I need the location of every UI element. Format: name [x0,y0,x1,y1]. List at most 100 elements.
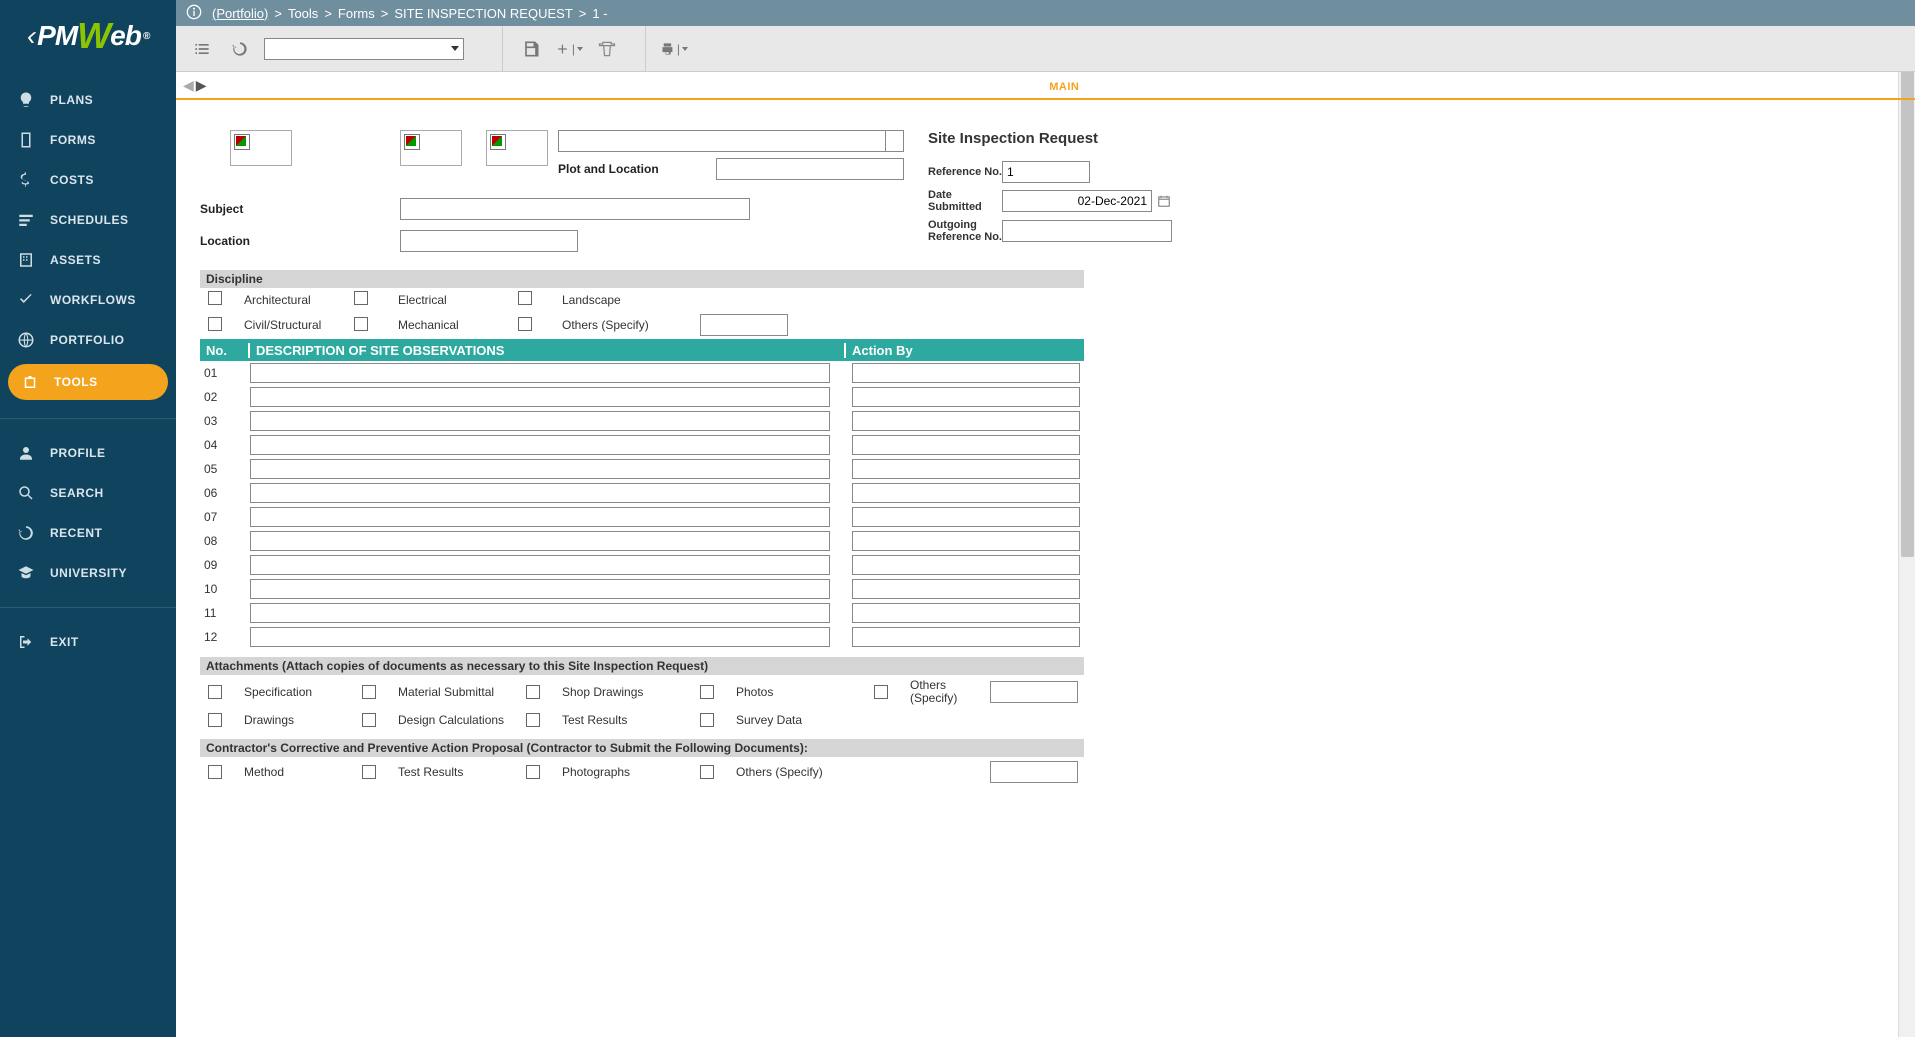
breadcrumb-part[interactable]: Forms [338,6,375,21]
nav-portfolio[interactable]: PORTFOLIO [0,320,176,360]
tab-nav-arrows: ◀ ▶ [176,77,214,94]
info-icon[interactable] [186,4,202,23]
nav-profile[interactable]: PROFILE [0,433,176,473]
chk-survey[interactable] [700,713,714,727]
project-dropdown[interactable] [558,130,904,152]
obs-action-input[interactable] [852,363,1080,383]
chk-design[interactable] [362,713,376,727]
delete-button[interactable] [593,35,621,63]
tab-prev[interactable]: ◀ [183,77,194,94]
plot-input[interactable] [716,158,904,180]
obs-action-input[interactable] [852,579,1080,599]
chk-civil[interactable] [208,317,222,331]
outref-input[interactable] [1002,220,1172,242]
chk-shop[interactable] [526,685,540,699]
obs-action-input[interactable] [852,555,1080,575]
nav-forms[interactable]: FORMS [0,120,176,160]
nav-university[interactable]: UNIVERSITY [0,553,176,593]
nav-workflows[interactable]: WORKFLOWS [0,280,176,320]
obs-action-input[interactable] [852,507,1080,527]
calendar-icon[interactable] [1156,193,1172,209]
obs-desc-input[interactable] [250,627,830,647]
date-input[interactable] [1002,190,1152,212]
obs-desc-input[interactable] [250,531,830,551]
obs-action-input[interactable] [852,483,1080,503]
subject-input[interactable] [400,198,750,220]
chk-corr-test[interactable] [362,765,376,779]
list-button[interactable] [188,35,216,63]
obs-action-input[interactable] [852,531,1080,551]
nav-exit-item[interactable]: EXIT [0,622,176,662]
add-button[interactable]: | [555,35,583,63]
chk-others[interactable] [518,317,532,331]
chk-spec[interactable] [208,685,222,699]
nav-plans[interactable]: PLANS [0,80,176,120]
obs-row-no: 05 [200,462,250,476]
att-others-input[interactable] [990,681,1078,703]
obs-row-no: 07 [200,510,250,524]
save-button[interactable] [517,35,545,63]
history-button[interactable] [226,35,254,63]
nav-label: RECENT [50,526,102,540]
nav-search[interactable]: SEARCH [0,473,176,513]
chk-test[interactable] [526,713,540,727]
att-label: Specification [244,685,354,699]
chk-mechanical[interactable] [354,317,368,331]
nav-costs[interactable]: COSTS [0,160,176,200]
chk-method[interactable] [208,765,222,779]
chk-architectural[interactable] [208,291,222,305]
location-input[interactable] [400,230,578,252]
nav-recent[interactable]: RECENT [0,513,176,553]
corr-others-input[interactable] [990,761,1078,783]
nav-tools[interactable]: TOOLS [8,364,168,400]
obs-row-no: 08 [200,534,250,548]
nav-label: UNIVERSITY [50,566,127,580]
chk-drawings[interactable] [208,713,222,727]
obs-action-input[interactable] [852,627,1080,647]
obs-action-input[interactable] [852,435,1080,455]
page-scrollbar[interactable] [1898,0,1915,1037]
attachments-header: Attachments (Attach copies of documents … [200,657,1084,675]
obs-desc-input[interactable] [250,459,830,479]
obs-desc-input[interactable] [250,483,830,503]
obs-action-input[interactable] [852,459,1080,479]
obs-desc-input[interactable] [250,387,830,407]
globe-icon [14,330,38,350]
chk-landscape[interactable] [518,291,532,305]
record-selector[interactable] [264,38,464,60]
tab-next[interactable]: ▶ [196,77,207,94]
breadcrumb-sep: > [274,6,282,21]
chk-photos[interactable] [700,685,714,699]
nav-schedules[interactable]: SCHEDULES [0,200,176,240]
chk-att-others[interactable] [874,685,888,699]
obs-desc-input[interactable] [250,603,830,623]
obs-desc-input[interactable] [250,363,830,383]
breadcrumb-part[interactable]: SITE INSPECTION REQUEST [394,6,572,21]
nav-primary: PLANS FORMS COSTS SCHEDULES ASSETS WORKF… [0,72,176,412]
obs-desc-input[interactable] [250,435,830,455]
ref-input[interactable] [1002,161,1090,183]
chk-material[interactable] [362,685,376,699]
chk-corr-others[interactable] [700,765,714,779]
breadcrumb-part[interactable]: Tools [288,6,318,21]
form-content: Plot and Location Subject Location [176,100,1895,1037]
nav-assets[interactable]: ASSETS [0,240,176,280]
obs-desc-input[interactable] [250,507,830,527]
nav-label: SEARCH [50,486,104,500]
obs-desc-input[interactable] [250,579,830,599]
others-input[interactable] [700,314,788,336]
nav-label: EXIT [50,635,79,649]
tab-main[interactable]: MAIN [214,77,1915,93]
breadcrumb-sep: > [579,6,587,21]
obs-desc-input[interactable] [250,411,830,431]
chk-corr-photos[interactable] [526,765,540,779]
obs-action-input[interactable] [852,387,1080,407]
obs-row: 08 [200,529,1084,553]
chk-electrical[interactable] [354,291,368,305]
history-icon [14,523,38,543]
breadcrumb-root[interactable]: (Portfolio) [212,6,268,21]
print-button[interactable]: | [660,35,688,63]
obs-action-input[interactable] [852,603,1080,623]
obs-desc-input[interactable] [250,555,830,575]
obs-action-input[interactable] [852,411,1080,431]
